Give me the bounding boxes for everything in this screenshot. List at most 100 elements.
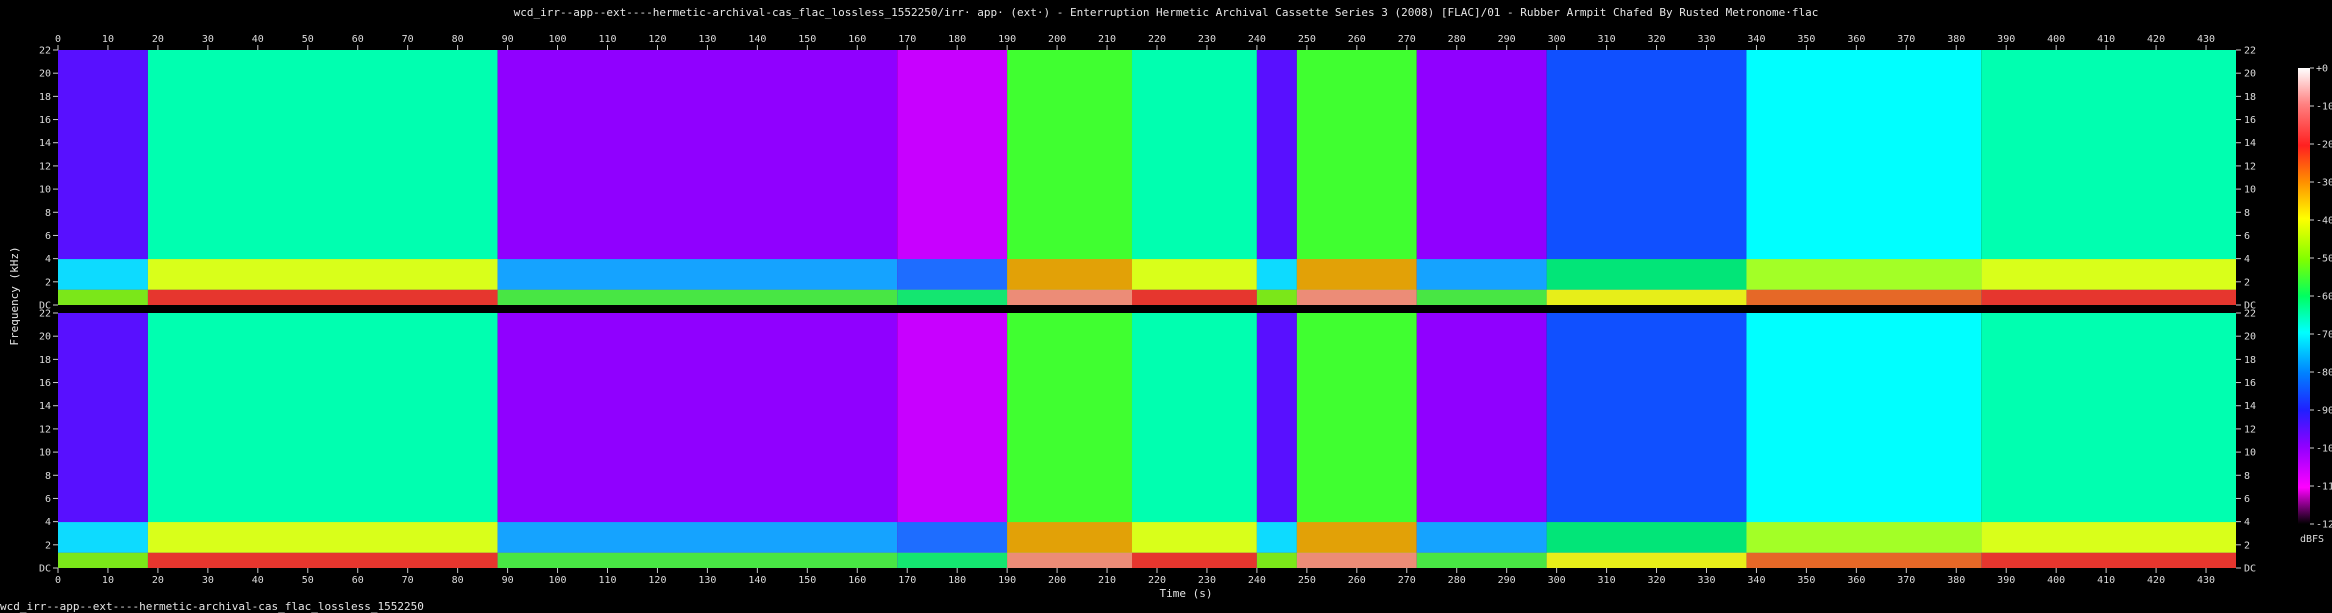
x-tick-label-top: 120 [648,34,666,45]
x-tick-label-top: 320 [1648,34,1666,45]
footer-filename: wcd_irr--app--ext----hermetic-archival-c… [0,600,424,613]
spectrogram-dc-band [497,289,898,305]
x-tick-label-top: 200 [1048,34,1066,45]
x-tick-label-top: 210 [1098,34,1116,45]
y-tick-label-right: 6 [2244,494,2250,505]
spectrogram-dc-band [1256,552,1297,568]
y-tick-label-right: 8 [2244,208,2250,219]
x-tick-label-bottom: 60 [352,575,364,586]
y-tick-label-right: 20 [2244,332,2256,343]
y-tick-label-left: 16 [39,378,51,389]
x-tick-label-bottom: 360 [1847,575,1865,586]
colorbar-tick-label: -60 [2316,292,2332,303]
spectrogram-low-band [497,522,898,553]
y-tick-label-left: DC [39,564,51,575]
y-tick-label-left: 18 [39,92,51,103]
y-tick-label-left: 16 [39,115,51,126]
y-tick-label-left: 14 [39,138,51,149]
colorbar-tick-label: -90 [2316,406,2332,417]
x-tick-label-top: 280 [1448,34,1466,45]
x-tick-label-bottom: 350 [1797,575,1815,586]
spectrogram-dc-band [1007,289,1133,305]
x-tick-label-bottom: 270 [1398,575,1416,586]
x-tick-label-bottom: 20 [152,575,164,586]
y-tick-label-left: 6 [45,231,51,242]
x-tick-label-top: 20 [152,34,164,45]
y-tick-label-right: 16 [2244,378,2256,389]
spectrogram-low-band [1416,259,1547,290]
x-tick-label-bottom: 140 [748,575,766,586]
y-tick-label-left: 2 [45,277,51,288]
x-axis-bottom: 0 10 20 30 40 50 60 70 80 90 100 110 120 130 140 150 160… [55,568,2215,586]
spectrogram-dc-band [1256,289,1297,305]
x-tick-label-top: 300 [1548,34,1566,45]
x-tick-label-bottom: 240 [1248,575,1266,586]
spectrogram-low-band [1007,522,1133,553]
x-tick-label-bottom: 260 [1348,575,1366,586]
x-tick-label-top: 110 [598,34,616,45]
x-tick-label-bottom: 400 [2047,575,2065,586]
y-tick-label-left: 14 [39,401,51,412]
x-tick-label-top: 10 [102,34,114,45]
colorbar-label: dBFS [2300,534,2324,545]
x-tick-label-top: 100 [549,34,567,45]
x-tick-label-top: 270 [1398,34,1416,45]
x-tick-label-top: 220 [1148,34,1166,45]
x-tick-label-bottom: 430 [2197,575,2215,586]
spectrogram-dc-band [1981,552,2236,568]
x-tick-label-bottom: 300 [1548,575,1566,586]
spectrogram-low-band [897,522,1008,553]
spectrogram-dc-band [147,552,498,568]
spectrogram-low-band [147,259,498,290]
y-tick-label-right: 12 [2244,424,2256,435]
y-tick-label-left: 20 [39,69,51,80]
x-tick-label-bottom: 200 [1048,575,1066,586]
x-tick-label-top: 190 [998,34,1016,45]
spectrogram-chart: 0 10 20 30 40 50 60 70 80 90 100 110 120 130 140 150 160… [8,34,2332,600]
x-tick-label-top: 400 [2047,34,2065,45]
y-tick-label-left: 18 [39,355,51,366]
x-tick-label-top: 350 [1797,34,1815,45]
x-tick-label-bottom: 410 [2097,575,2115,586]
x-tick-label-bottom: 190 [998,575,1016,586]
x-tick-label-top: 370 [1897,34,1915,45]
y-tick-label-right: 12 [2244,161,2256,172]
y-tick-label-right: 14 [2244,138,2256,149]
spectrogram-low-band [58,522,148,553]
colorbar-tick-label: -40 [2316,216,2332,227]
x-tick-label-bottom: 70 [402,575,414,586]
x-tick-label-top: 230 [1198,34,1216,45]
x-tick-label-top: 260 [1348,34,1366,45]
colorbar-tick-label: -30 [2316,178,2332,189]
x-tick-label-bottom: 280 [1448,575,1466,586]
spectrogram-low-band [1981,522,2236,553]
y-tick-label-right: 18 [2244,355,2256,366]
y-tick-label-right: 22 [2244,309,2256,320]
spectrogram-low-band [497,259,898,290]
spectrogram-low-band [1546,522,1747,553]
x-tick-label-bottom: 370 [1897,575,1915,586]
y-tick-label-left: 22 [39,309,51,320]
spectrogram-dc-band [1132,289,1257,305]
x-tick-label-top: 340 [1747,34,1765,45]
y-tick-label-left: 12 [39,424,51,435]
x-tick-label-top: 420 [2147,34,2165,45]
y-tick-label-left: 8 [45,208,51,219]
spectrogram-low-band [897,259,1008,290]
x-tick-label-top: 330 [1697,34,1715,45]
y-tick-label-left: 2 [45,540,51,551]
y-tick-label-right: 22 [2244,46,2256,57]
colorbar-tick-label: -120 [2316,520,2332,531]
x-tick-label-bottom: 380 [1947,575,1965,586]
spectrogram-dc-band [1981,289,2236,305]
y-tick-label-right: 16 [2244,115,2256,126]
x-tick-label-bottom: 120 [648,575,666,586]
x-tick-label-bottom: 420 [2147,575,2165,586]
y-tick-label-left: 22 [39,46,51,57]
y-tick-label-right: DC [2244,564,2256,575]
colorbar-tick-label: -50 [2316,254,2332,265]
colorbar-tick-label: -110 [2316,482,2332,493]
spectrogram-dc-band [1546,289,1747,305]
x-tick-label-bottom: 310 [1598,575,1616,586]
x-tick-label-top: 30 [202,34,214,45]
